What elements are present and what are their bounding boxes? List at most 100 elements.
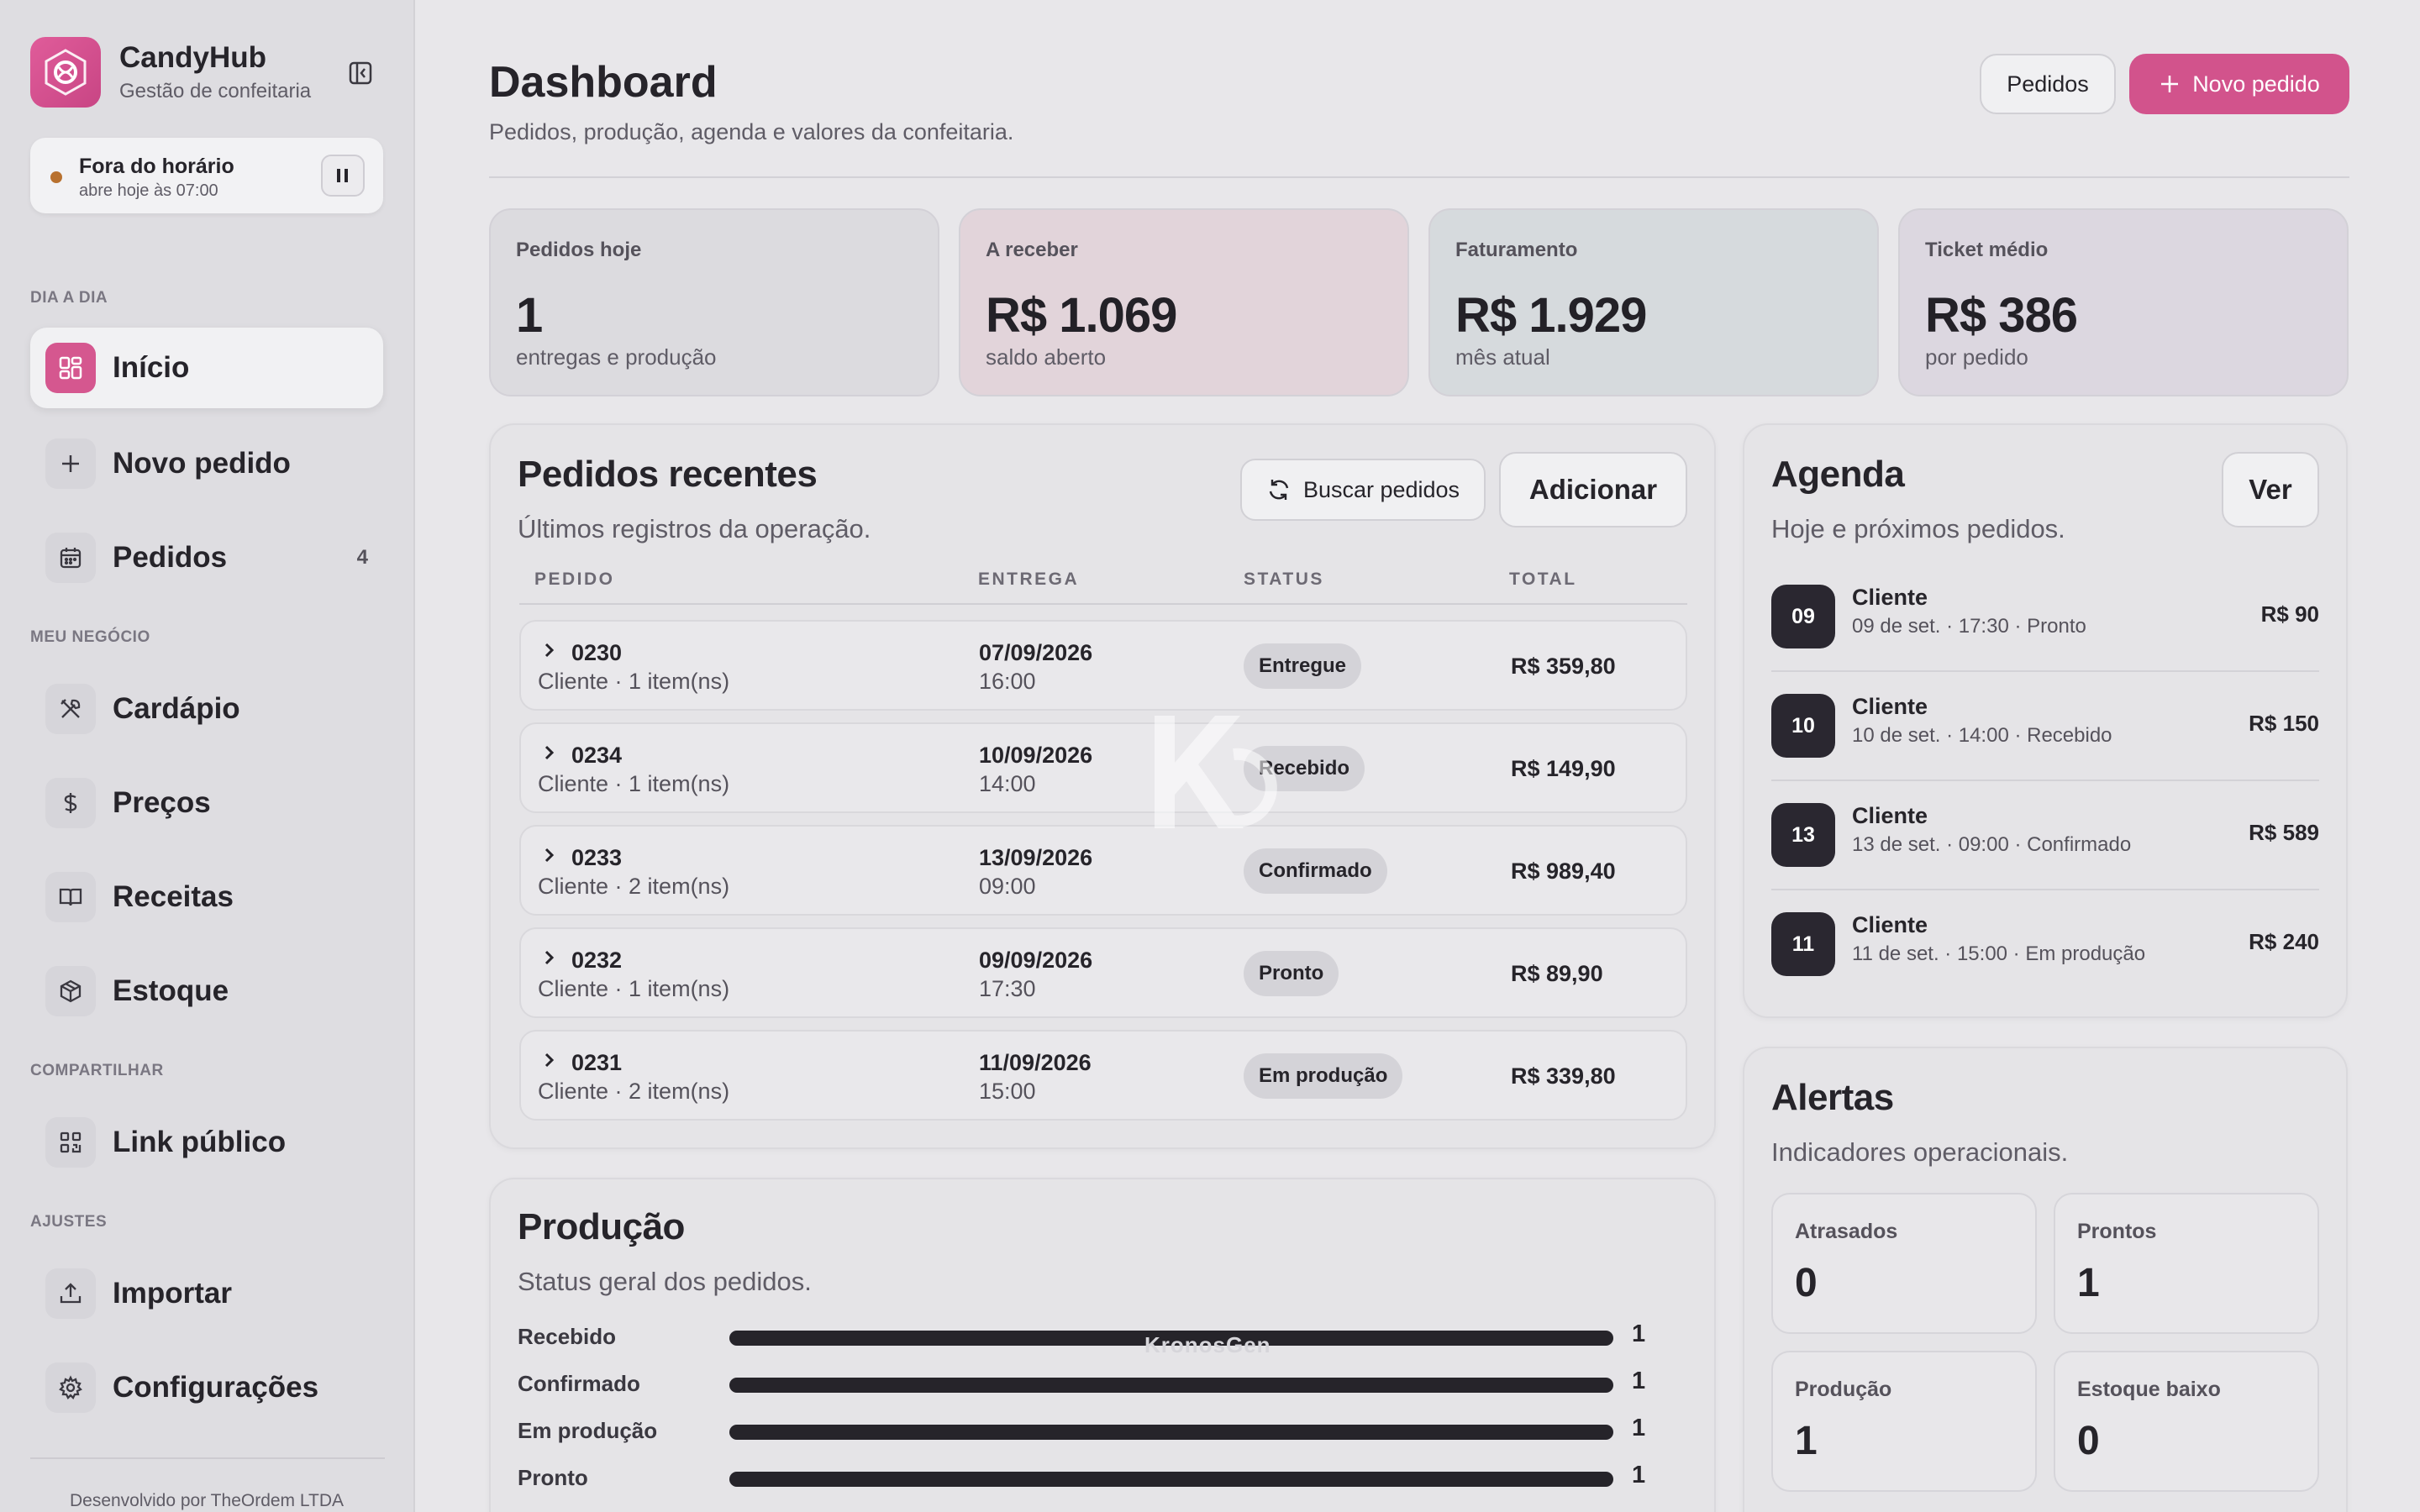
alert-label: Produção (1795, 1378, 1892, 1401)
alert-value: 1 (2077, 1261, 2100, 1305)
order-total: R$ 339,80 (1511, 1063, 1616, 1089)
alert-value: 1 (1795, 1419, 1818, 1463)
book-icon (45, 872, 96, 922)
brand-name: CandyHub (119, 41, 266, 74)
agenda-meta: 13 de set. · 09:00 · Confirmado (1852, 833, 2132, 856)
status-subtitle: abre hoje às 07:00 (79, 181, 218, 200)
sidebar-item-label: Link público (113, 1126, 287, 1158)
kpi-value: R$ 1.929 (1455, 288, 1647, 343)
status-badge: Pronto (1244, 951, 1339, 996)
brand[interactable]: CandyHub Gestão de confeitaria (30, 37, 311, 108)
status-badge: Entregue (1244, 643, 1362, 689)
sidebar-item-novo-pedido[interactable]: Novo pedido (30, 423, 383, 504)
sidebar-item-configuracoes[interactable]: Configurações (30, 1347, 383, 1428)
sidebar-item-estoque[interactable]: Estoque (30, 951, 383, 1032)
status-badge: Em produção (1244, 1053, 1403, 1099)
table-row[interactable]: 0234 Cliente · 1 item(ns) 10/09/2026 14:… (519, 722, 1687, 813)
order-client: Cliente · 2 item(ns) (538, 1079, 730, 1104)
box-icon (45, 966, 96, 1016)
alert-value: 0 (1795, 1261, 1818, 1305)
kpi-subtitle: entregas e produção (516, 344, 717, 370)
agenda-client-name: Cliente (1852, 585, 1928, 610)
column-header-total: TOTAL (1509, 570, 1577, 589)
sidebar-footer: Desenvolvido por TheOrdem LTDA (69, 1491, 345, 1510)
order-client: Cliente · 2 item(ns) (538, 874, 730, 899)
agenda-client-name: Cliente (1852, 803, 1928, 828)
kpi-subtitle: mês atual (1455, 344, 1550, 370)
kpi-value: 1 (516, 288, 543, 343)
order-client: Cliente · 1 item(ns) (538, 771, 730, 796)
agenda-item[interactable]: 09 Cliente 09 de set. · 17:30 · Pronto R… (1771, 563, 2319, 672)
order-client: Cliente · 1 item(ns) (538, 669, 730, 694)
order-time: 17:30 (979, 976, 1036, 1001)
order-id: 0234 (571, 743, 623, 768)
sidebar-item-label: Novo pedido (113, 447, 291, 480)
chevron-right-icon (544, 643, 555, 658)
agenda-subtitle: Hoje e próximos pedidos. (1771, 514, 2065, 543)
orders-button[interactable]: Pedidos (1980, 54, 2116, 114)
agenda-item[interactable]: 13 Cliente 13 de set. · 09:00 · Confirma… (1771, 781, 2319, 890)
kpi-label: A receber (986, 239, 1078, 261)
section-label-meu-negocio: MEU NEGÓCIO (30, 628, 150, 646)
sidebar-item-pedidos[interactable]: Pedidos 4 (30, 517, 383, 598)
agenda-view-button[interactable]: Ver (2222, 452, 2319, 528)
alert-label: Estoque baixo (2077, 1378, 2221, 1401)
sidebar-item-importar[interactable]: Importar (30, 1253, 383, 1334)
sidebar-collapse-icon[interactable] (346, 59, 375, 87)
table-row[interactable]: 0231 Cliente · 2 item(ns) 11/09/2026 15:… (519, 1030, 1687, 1121)
pause-button[interactable] (321, 155, 365, 197)
sidebar-item-link-publico[interactable]: Link público (30, 1102, 383, 1183)
agenda-item[interactable]: 11 Cliente 11 de set. · 15:00 · Em produ… (1771, 890, 2319, 1000)
agenda-value: R$ 240 (2249, 929, 2319, 954)
add-order-button[interactable]: Adicionar (1499, 452, 1687, 528)
status-title: Fora do horário (79, 155, 234, 178)
pause-icon (337, 169, 348, 182)
order-total: R$ 89,90 (1511, 961, 1603, 986)
column-header-status: STATUS (1244, 570, 1324, 589)
sidebar-item-precos[interactable]: Preços (30, 763, 383, 843)
sidebar-item-inicio[interactable]: Início (30, 328, 383, 408)
table-row[interactable]: 0233 Cliente · 2 item(ns) 13/09/2026 09:… (519, 825, 1687, 916)
order-total: R$ 359,80 (1511, 654, 1616, 679)
header-divider (489, 176, 2349, 178)
agenda-client-name: Cliente (1852, 912, 1928, 937)
calendar-icon (45, 533, 96, 583)
order-date: 07/09/2026 (979, 640, 1093, 665)
kpi-label: Faturamento (1455, 239, 1578, 261)
sidebar-divider (30, 1457, 385, 1459)
table-row[interactable]: 0230 Cliente · 1 item(ns) 07/09/2026 16:… (519, 620, 1687, 711)
order-id: 0231 (571, 1050, 623, 1075)
agenda-value: R$ 589 (2249, 820, 2319, 845)
production-label: Pronto (518, 1465, 588, 1490)
watermark-text: KronosGen (1144, 1332, 1271, 1357)
kpi-card-ticket-medio: Ticket médio R$ 386 por pedido (1898, 208, 2349, 396)
production-bar-track (729, 1425, 1613, 1440)
production-subtitle: Status geral dos pedidos. (518, 1267, 812, 1296)
refresh-orders-button[interactable]: Buscar pedidos (1240, 459, 1486, 521)
new-order-button[interactable]: Novo pedido (2129, 54, 2349, 114)
page-title: Dashboard (489, 58, 718, 107)
production-row-pronto: Pronto 1 (518, 1462, 1660, 1495)
kpi-label: Pedidos hoje (516, 239, 642, 261)
agenda-item[interactable]: 10 Cliente 10 de set. · 14:00 · Recebido… (1771, 672, 2319, 781)
table-row[interactable]: 0232 Cliente · 1 item(ns) 09/09/2026 17:… (519, 927, 1687, 1018)
alerts-title: Alertas (1771, 1077, 1894, 1118)
production-label: Confirmado (518, 1371, 640, 1396)
production-bar-fill (729, 1472, 1613, 1487)
qr-icon (45, 1117, 96, 1168)
alert-label: Atrasados (1795, 1220, 1898, 1243)
sidebar-item-receitas[interactable]: Receitas (30, 857, 383, 937)
production-label: Em produção (518, 1418, 658, 1443)
order-date: 10/09/2026 (979, 743, 1093, 768)
agenda-meta: 10 de set. · 14:00 · Recebido (1852, 724, 2112, 747)
kpi-card-faturamento: Faturamento R$ 1.929 mês atual (1428, 208, 1879, 396)
sidebar-item-cardapio[interactable]: Cardápio (30, 669, 383, 749)
order-date: 11/09/2026 (979, 1050, 1092, 1075)
order-time: 15:00 (979, 1079, 1036, 1104)
production-row-confirmado: Confirmado 1 (518, 1368, 1660, 1401)
sidebar-item-label: Preços (113, 786, 211, 819)
agenda-day-badge: 09 (1771, 585, 1835, 648)
page-subtitle: Pedidos, produção, agenda e valores da c… (489, 119, 1014, 144)
sidebar-item-label: Configurações (113, 1371, 319, 1404)
agenda-title: Agenda (1771, 454, 1905, 495)
